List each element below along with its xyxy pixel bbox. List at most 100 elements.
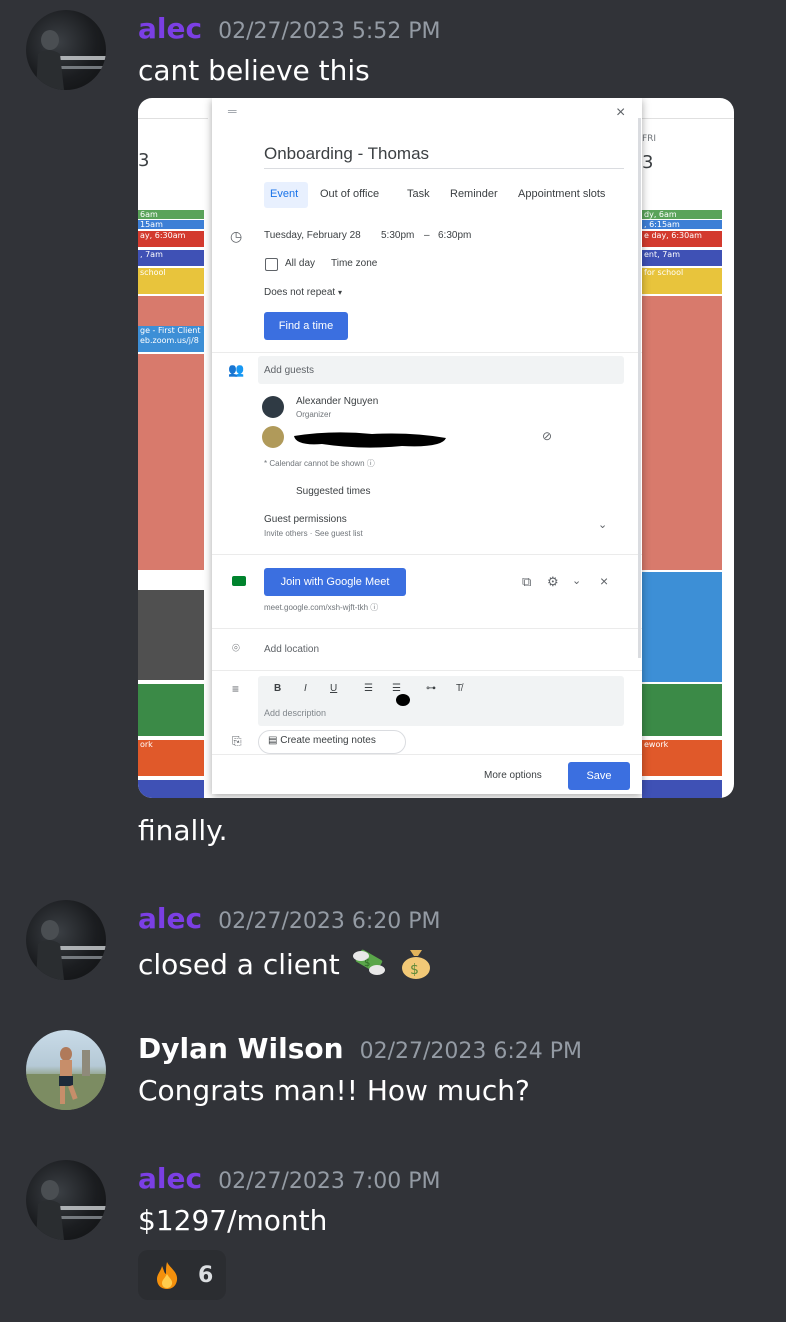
timestamp[interactable]: 02/27/2023 7:00 PM: [218, 1169, 440, 1194]
repeat-dropdown[interactable]: Does not repeat ▾: [264, 287, 342, 298]
event-dialog: ═ × Onboarding - Thomas Event Out of off…: [212, 98, 642, 794]
drag-handle-icon[interactable]: ═: [228, 104, 237, 118]
image-attachment[interactable]: 3 6am 15am ay, 6:30am , 7am school ge - …: [138, 98, 734, 798]
timestamp[interactable]: 02/27/2023 5:52 PM: [218, 19, 440, 44]
italic-button[interactable]: I: [304, 683, 307, 694]
calendar-day-left: 3 6am 15am ay, 6:30am , 7am school ge - …: [138, 98, 208, 798]
calendar-event: [138, 354, 204, 570]
start-time[interactable]: 5:30pm: [381, 230, 414, 241]
numbered-list-icon[interactable]: ☰: [364, 683, 373, 694]
more-options-button[interactable]: More options: [484, 770, 542, 781]
avatar[interactable]: [26, 1160, 106, 1240]
calendar-event: ework: [642, 740, 722, 776]
avatar[interactable]: [26, 900, 106, 980]
tab-task[interactable]: Task: [407, 188, 430, 200]
message-header: Dylan Wilson 02/27/2023 6:24 PM: [138, 1032, 582, 1065]
redacted-guest-mark: [294, 432, 446, 448]
organizer-name[interactable]: Alexander Nguyen: [296, 396, 378, 407]
calendar-event: 15am: [138, 220, 204, 229]
chevron-down-icon[interactable]: ⌄: [572, 574, 581, 587]
google-meet-icon: [232, 576, 246, 586]
avatar: [262, 396, 284, 418]
guest-permissions-subtitle: Invite others · See guest list: [264, 529, 363, 538]
svg-text:$: $: [410, 962, 419, 978]
gear-icon[interactable]: ⚙: [547, 574, 559, 590]
redacted-mark: [396, 694, 410, 706]
avatar-image: [26, 1047, 106, 1110]
event-title-input[interactable]: Onboarding - Thomas: [264, 144, 429, 164]
copy-icon[interactable]: ⧉: [522, 574, 531, 590]
username[interactable]: Dylan Wilson: [138, 1032, 344, 1065]
fire-emoji-icon: [157, 1262, 178, 1289]
avatar-image: [36, 1180, 106, 1240]
join-google-meet-button[interactable]: Join with Google Meet: [264, 568, 406, 596]
tab-event[interactable]: Event: [270, 188, 298, 200]
message-header: alec 02/27/2023 6:20 PM: [138, 902, 441, 935]
chevron-down-icon[interactable]: ⌄: [598, 518, 607, 531]
reaction-count: 6: [198, 1262, 214, 1288]
calendar-event: [138, 684, 204, 736]
username[interactable]: alec: [138, 902, 202, 935]
meet-link-text: meet.google.com/xsh-wjft-tkh: [264, 603, 369, 612]
time-separator: –: [424, 230, 430, 241]
tab-appointment-slots[interactable]: Appointment slots: [518, 188, 605, 200]
description-icon: ≡: [232, 682, 240, 696]
svg-text:$: $: [364, 958, 370, 969]
calendar-event: [642, 572, 722, 682]
all-day-label: All day: [285, 258, 316, 269]
end-time[interactable]: 6:30pm: [438, 230, 471, 241]
help-icon[interactable]: ⓘ: [367, 459, 375, 468]
calendar-note: * Calendar cannot be shown ⓘ: [264, 458, 375, 469]
suggested-times-button[interactable]: Suggested times: [296, 486, 371, 497]
timestamp[interactable]: 02/27/2023 6:24 PM: [360, 1039, 582, 1064]
add-description-placeholder: Add description: [264, 708, 327, 718]
clock-icon: ◷: [230, 228, 243, 244]
calendar-event: [138, 780, 204, 798]
calendar-event: 6am: [138, 210, 204, 219]
find-a-time-button[interactable]: Find a time: [264, 312, 348, 340]
underline-button[interactable]: U: [330, 683, 337, 694]
calendar-event: [642, 296, 722, 570]
hidden-eye-icon[interactable]: ⊘: [542, 429, 552, 443]
message-text: $1297/month: [138, 1204, 328, 1237]
add-location-input[interactable]: Add location: [264, 644, 319, 655]
avatar[interactable]: [26, 10, 106, 90]
save-button[interactable]: Save: [568, 762, 630, 790]
username[interactable]: alec: [138, 1162, 202, 1195]
notes-icon: ▤: [268, 735, 278, 746]
event-date[interactable]: Tuesday, February 28: [264, 230, 361, 241]
tab-reminder[interactable]: Reminder: [450, 188, 498, 200]
time-zone-button[interactable]: Time zone: [331, 258, 377, 269]
calendar-event: ent, 7am: [642, 250, 722, 266]
calendar-event: , 7am: [138, 250, 204, 266]
calendar-event: , 6:15am: [642, 220, 722, 229]
all-day-checkbox[interactable]: [265, 258, 278, 271]
meeting-notes-label: ▤ Create meeting notes: [268, 735, 376, 746]
timestamp[interactable]: 02/27/2023 6:20 PM: [218, 909, 440, 934]
calendar-event: for school: [642, 268, 722, 294]
calendar-event: eb.zoom.us/j/8: [138, 336, 204, 352]
link-icon[interactable]: ⊶: [426, 683, 436, 694]
clear-formatting-icon[interactable]: T̸: [456, 683, 462, 694]
close-icon[interactable]: ×: [600, 573, 608, 589]
repeat-value: Does not repeat: [264, 287, 336, 298]
money-with-wings-emoji: $: [352, 949, 385, 975]
bulleted-list-icon[interactable]: ☰: [392, 683, 401, 694]
day-number[interactable]: 3: [642, 152, 653, 173]
calendar-event: [138, 296, 204, 326]
attachment-icon[interactable]: ⎘: [232, 734, 242, 749]
calendar-event: [642, 684, 722, 736]
avatar[interactable]: [26, 1030, 106, 1110]
close-icon[interactable]: ×: [616, 104, 625, 122]
help-icon[interactable]: ⓘ: [370, 603, 378, 612]
reaction-button[interactable]: 6: [138, 1250, 226, 1300]
scrollbar[interactable]: [638, 118, 641, 658]
tab-out-of-office[interactable]: Out of office: [320, 188, 379, 200]
avatar: [262, 426, 284, 448]
bold-button[interactable]: B: [274, 683, 281, 694]
meet-link[interactable]: meet.google.com/xsh-wjft-tkh ⓘ: [264, 602, 378, 613]
description-editor[interactable]: [258, 676, 624, 726]
money-bag-emoji: $: [401, 950, 430, 979]
username[interactable]: alec: [138, 12, 202, 45]
guest-permissions-title[interactable]: Guest permissions: [264, 514, 347, 525]
